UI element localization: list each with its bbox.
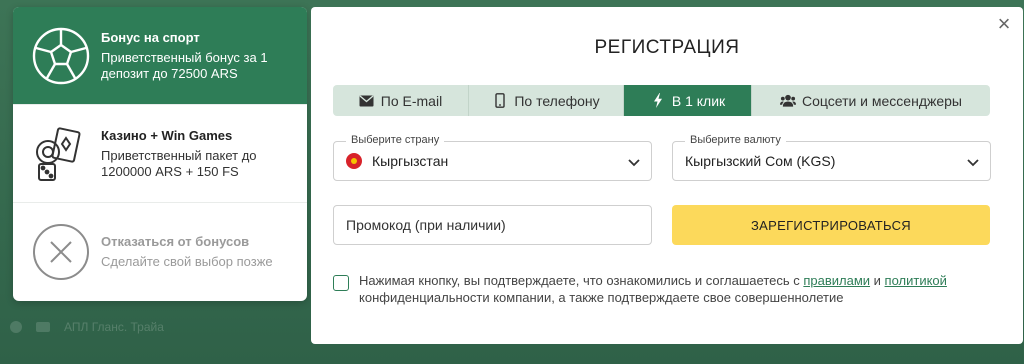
agreement-text-middle: и bbox=[870, 273, 885, 288]
soccer-ball-icon bbox=[31, 26, 91, 86]
bonus-description: Приветственный бонус за 1 депозит до 725… bbox=[101, 49, 268, 81]
tab-email[interactable]: По E-mail bbox=[333, 85, 469, 116]
tab-label: Соцсети и мессенджеры bbox=[801, 92, 962, 109]
kyrgyzstan-flag-icon bbox=[346, 153, 362, 169]
modal-title: РЕГИСТРАЦИЯ bbox=[594, 37, 740, 58]
agreement-text-before: Нажимая кнопку, вы подтверждаете, что оз… bbox=[359, 273, 804, 288]
casino-icon bbox=[31, 124, 91, 184]
register-button[interactable]: ЗАРЕГИСТРИРОВАТЬСЯ bbox=[672, 205, 990, 245]
close-button[interactable]: × bbox=[993, 13, 1015, 35]
promo-code-placeholder: Промокод (при наличии) bbox=[346, 217, 506, 233]
currency-select-label: Выберите валюту bbox=[685, 134, 786, 146]
background-dot-icon bbox=[10, 321, 22, 333]
agreement-text: Нажимая кнопку, вы подтверждаете, что оз… bbox=[359, 272, 993, 306]
currency-select[interactable]: Выберите валюту Кыргызский Сом (KGS) bbox=[672, 134, 991, 181]
bonus-title: Отказаться от бонусов bbox=[101, 234, 250, 249]
promo-code-input[interactable]: Промокод (при наличии) bbox=[333, 205, 652, 245]
bonus-description: Сделайте свой выбор позже bbox=[101, 254, 273, 269]
agreement-row: Нажимая кнопку, вы подтверждаете, что оз… bbox=[333, 272, 993, 306]
background-event-row: АПЛ Гланс. Трайа bbox=[0, 312, 320, 342]
background-flag-icon bbox=[36, 322, 50, 332]
bonus-option-casino[interactable]: Казино + Win Games Приветственный пакет … bbox=[13, 105, 307, 203]
registration-method-tabs: По E-mail По телефону В 1 клик Соцсети и… bbox=[333, 85, 990, 116]
chevron-down-icon bbox=[627, 155, 641, 169]
country-select-value: Кыргызстан bbox=[372, 153, 449, 169]
envelope-icon bbox=[359, 93, 375, 109]
tab-social[interactable]: Соцсети и мессенджеры bbox=[752, 85, 990, 116]
policy-link[interactable]: политикой bbox=[885, 273, 947, 288]
agreement-text-after: конфиденциальности компании, а также под… bbox=[359, 290, 844, 305]
agreement-checkbox[interactable] bbox=[333, 275, 349, 291]
bonus-title: Казино + Win Games bbox=[101, 127, 233, 143]
background-row-text: АПЛ Гланс. Трайа bbox=[64, 320, 164, 334]
registration-modal: × РЕГИСТРАЦИЯ По E-mail По телефону В 1 … bbox=[311, 7, 1023, 344]
lightning-icon bbox=[650, 93, 666, 109]
currency-select-value: Кыргызский Сом (KGS) bbox=[685, 153, 836, 169]
decline-icon bbox=[31, 222, 91, 282]
tab-label: По E-mail bbox=[380, 92, 443, 109]
bonus-panel: Бонус на спорт Приветственный бонус за 1… bbox=[13, 7, 307, 301]
bonus-option-decline[interactable]: Отказаться от бонусов Сделайте свой выбо… bbox=[13, 203, 307, 301]
country-select-label: Выберите страну bbox=[346, 134, 445, 146]
phone-icon bbox=[492, 93, 508, 109]
country-select[interactable]: Выберите страну Кыргызстан bbox=[333, 134, 652, 181]
bonus-description: Приветственный пакет до 1200000 ARS + 15… bbox=[101, 147, 257, 179]
users-icon bbox=[779, 93, 796, 109]
tab-one-click[interactable]: В 1 клик bbox=[624, 85, 752, 116]
chevron-down-icon bbox=[966, 155, 980, 169]
tab-phone[interactable]: По телефону bbox=[469, 85, 624, 116]
bonus-title: Бонус на спорт bbox=[101, 29, 200, 45]
rules-link[interactable]: правилами bbox=[803, 273, 870, 288]
tab-label: В 1 клик bbox=[671, 92, 726, 109]
bonus-option-sport[interactable]: Бонус на спорт Приветственный бонус за 1… bbox=[13, 7, 307, 105]
tab-label: По телефону bbox=[514, 92, 600, 109]
